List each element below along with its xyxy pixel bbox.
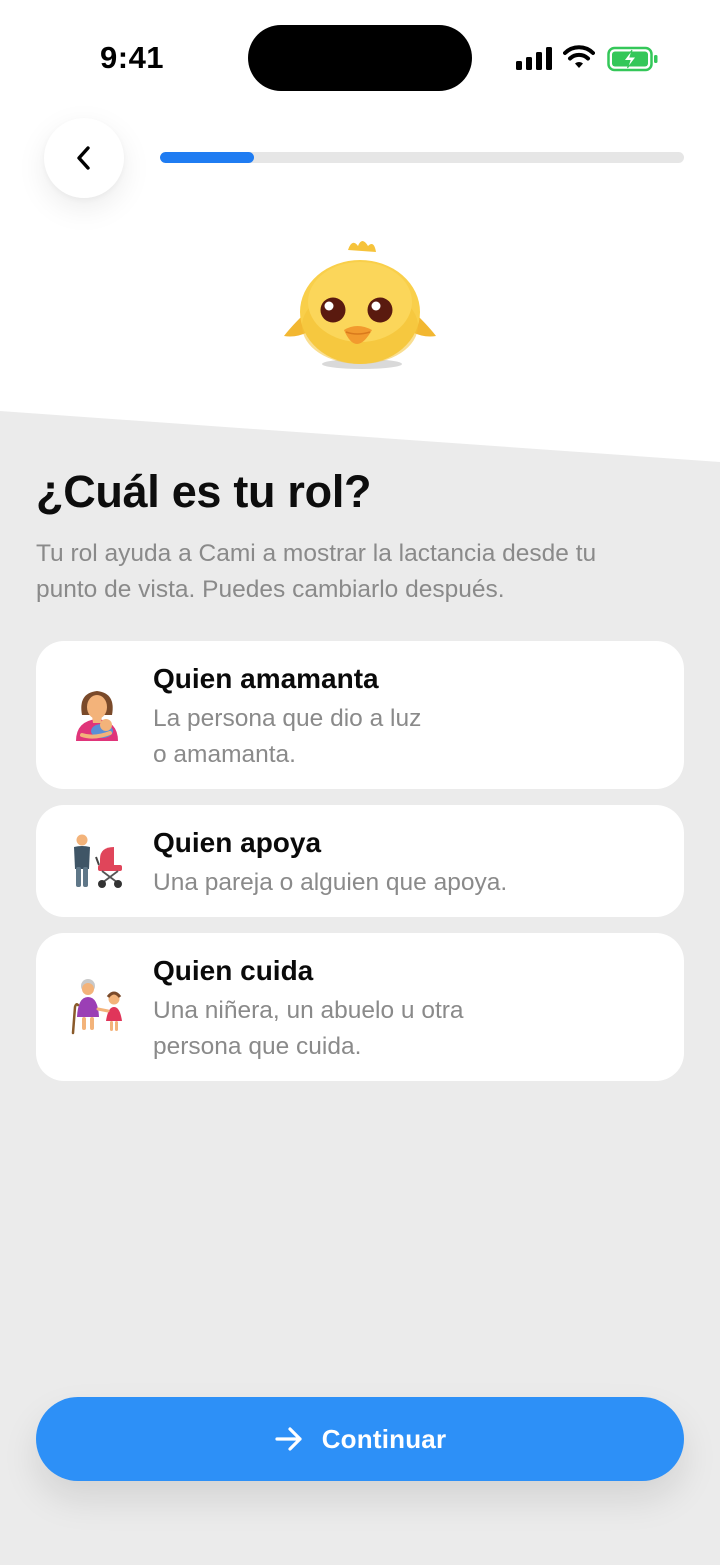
status-time: 9:41 bbox=[100, 40, 165, 75]
signal-icon bbox=[516, 46, 552, 70]
continue-label: Continuar bbox=[321, 1423, 447, 1454]
wifi-icon bbox=[563, 45, 595, 68]
battery-charging-icon bbox=[607, 46, 658, 72]
continue-button[interactable]: Continuar bbox=[36, 1397, 684, 1481]
back-button[interactable] bbox=[44, 118, 124, 198]
role-description: La persona que dio a luz o amamanta. bbox=[153, 701, 533, 773]
arrow-right-icon bbox=[275, 1427, 302, 1451]
role-option-caregiver[interactable]: Quien cuida Una niñera, un abuelo u otra… bbox=[36, 933, 684, 1081]
role-description-line: Una pareja o alguien que apoya. bbox=[153, 869, 508, 896]
status-bar: 9:41 bbox=[0, 0, 720, 110]
person-with-stroller-icon bbox=[74, 834, 122, 888]
role-title: Quien amamanta bbox=[153, 663, 379, 694]
role-title: Quien cuida bbox=[153, 955, 314, 986]
dynamic-island bbox=[248, 25, 472, 91]
progress-bar bbox=[160, 152, 684, 163]
page-title: ¿Cuál es tu rol? bbox=[36, 466, 372, 517]
progress-fill bbox=[160, 152, 255, 163]
baby-chick-icon bbox=[284, 241, 436, 369]
role-title: Quien apoya bbox=[153, 827, 322, 858]
role-description-line: La persona que dio a luz bbox=[153, 705, 422, 732]
grandmother-with-child-icon bbox=[71, 979, 122, 1035]
role-description-line: Una niñera, un abuelo u otra bbox=[153, 997, 464, 1024]
role-description-line: o amamanta. bbox=[153, 741, 296, 768]
breastfeeding-person-icon bbox=[76, 691, 118, 741]
role-description-line: persona que cuida. bbox=[153, 1033, 362, 1060]
page-subtitle: Tu rol ayuda a Cami a mostrar la lactanc… bbox=[36, 536, 686, 608]
role-description: Una pareja o alguien que apoya. bbox=[153, 865, 533, 901]
role-option-support[interactable]: Quien apoya Una pareja o alguien que apo… bbox=[36, 805, 684, 917]
role-description: Una niñera, un abuelo u otra persona que… bbox=[153, 993, 533, 1065]
page-subtitle-line: punto de vista. Puedes cambiarlo después… bbox=[36, 576, 505, 603]
page-subtitle-line: Tu rol ayuda a Cami a mostrar la lactanc… bbox=[36, 540, 597, 567]
role-option-breastfeeding[interactable]: Quien amamanta La persona que dio a luz … bbox=[36, 641, 684, 789]
chevron-left-icon bbox=[77, 146, 90, 170]
